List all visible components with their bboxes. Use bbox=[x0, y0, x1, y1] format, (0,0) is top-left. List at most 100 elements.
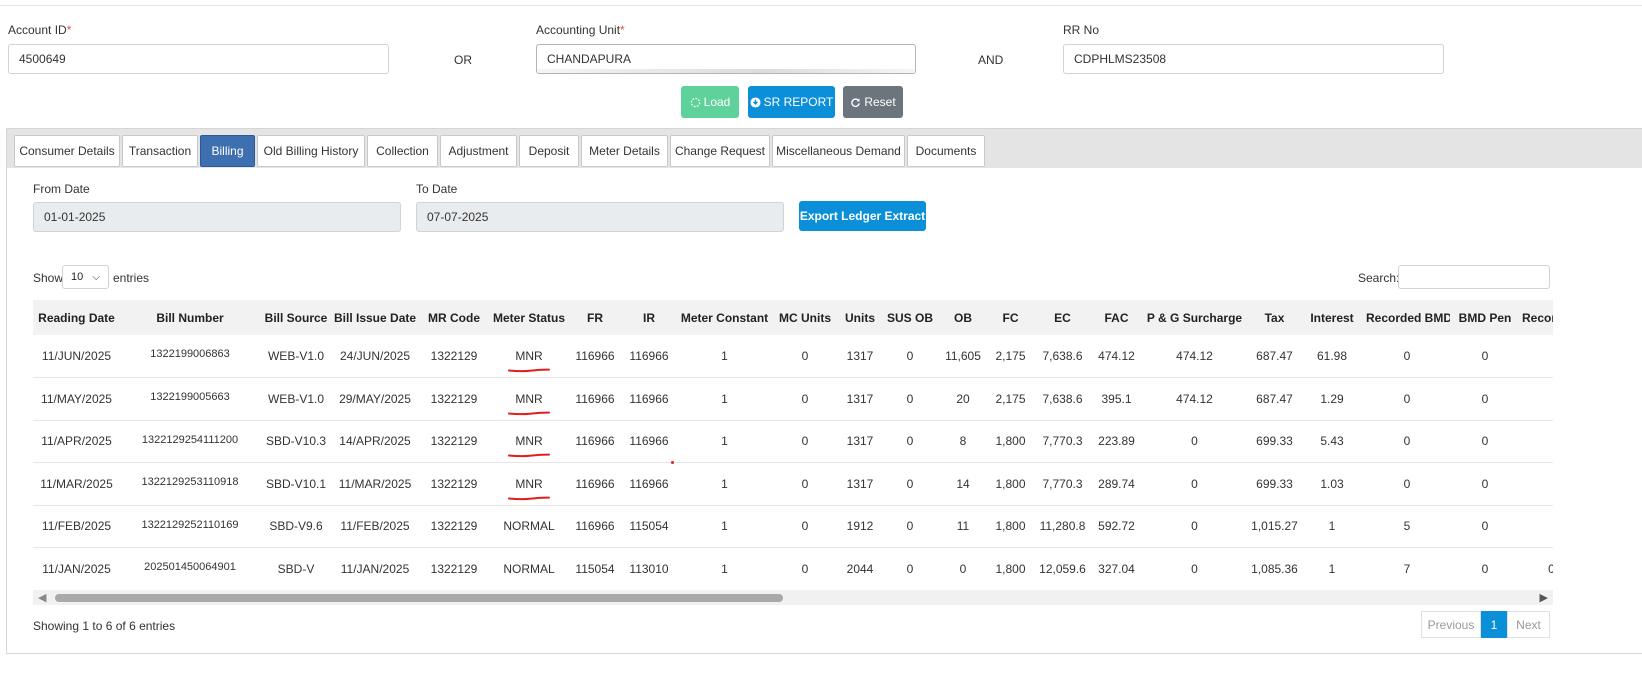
table-cell: 1317 bbox=[846, 349, 874, 363]
tab-collection[interactable]: Collection bbox=[367, 135, 438, 167]
tab-old-billing-history[interactable]: Old Billing History bbox=[257, 135, 365, 167]
table-cell: MNR bbox=[490, 463, 568, 506]
tab-documents[interactable]: Documents bbox=[907, 135, 985, 167]
tab-miscellaneous-demand[interactable]: Miscellaneous Demand bbox=[772, 135, 905, 167]
scroll-left-arrow-icon[interactable]: ◀ bbox=[38, 591, 46, 604]
table-cell: 1,015.27 bbox=[1251, 519, 1298, 534]
table-cell: 1322129254111200 bbox=[141, 433, 239, 446]
column-header[interactable]: Recorded BMD bbox=[1364, 300, 1450, 335]
reset-button[interactable]: Reset bbox=[843, 86, 903, 118]
table-cell: 20 bbox=[956, 391, 970, 406]
table-cell: 0 bbox=[1191, 476, 1198, 491]
red-underline-annotation bbox=[508, 411, 550, 415]
column-header[interactable]: FC bbox=[989, 300, 1032, 335]
column-header[interactable]: Units bbox=[837, 300, 883, 335]
table-cell: 2,175 bbox=[995, 349, 1026, 363]
spinner-icon bbox=[690, 97, 700, 107]
tab-deposit[interactable]: Deposit bbox=[519, 135, 579, 167]
scroll-right-arrow-icon[interactable]: ▶ bbox=[1540, 591, 1548, 604]
column-header[interactable]: Recorded PF bbox=[1520, 300, 1553, 335]
table-row[interactable]: 11/FEB/2025 1322129252110169 SBD-V9.6 11/FE… bbox=[33, 505, 1553, 548]
column-header[interactable]: SUS OB bbox=[883, 300, 937, 335]
table-cell: 11 bbox=[956, 519, 970, 534]
table-cell: 1 bbox=[721, 391, 728, 406]
rr-no-input[interactable]: CDPHLMS23508 bbox=[1063, 44, 1444, 74]
column-header[interactable]: MC Units bbox=[773, 300, 837, 335]
tab-billing[interactable]: Billing bbox=[200, 135, 255, 167]
page-1-button[interactable]: 1 bbox=[1481, 611, 1507, 638]
from-date-input[interactable]: 01-01-2025 bbox=[33, 202, 401, 232]
tab-transaction[interactable]: Transaction bbox=[122, 135, 198, 167]
column-header[interactable]: Interest bbox=[1300, 300, 1364, 335]
column-header[interactable]: Meter Constant bbox=[676, 300, 773, 335]
next-page-button[interactable]: Next bbox=[1507, 611, 1550, 638]
to-date-label: To Date bbox=[416, 182, 458, 196]
table-cell: 29/MAY/2025 bbox=[339, 391, 411, 406]
column-header[interactable]: Bill Number bbox=[120, 300, 260, 335]
table-cell: 202501450064901 bbox=[144, 561, 236, 573]
previous-page-button[interactable]: Previous bbox=[1421, 611, 1481, 638]
tab-consumer-details[interactable]: Consumer Details bbox=[14, 135, 120, 167]
account-id-input[interactable]: 4500649 bbox=[8, 44, 389, 74]
pagination: Previous 1 Next bbox=[1421, 611, 1550, 638]
table-cell: 116966 bbox=[575, 349, 615, 363]
scroll-thumb[interactable] bbox=[55, 594, 783, 602]
column-header[interactable]: Bill Issue Date bbox=[332, 300, 418, 335]
table-cell: 1.03 bbox=[1320, 476, 1344, 491]
page-size-value: 10 bbox=[71, 271, 84, 283]
or-separator: OR bbox=[454, 53, 472, 67]
table-cell: 1,800 bbox=[995, 476, 1026, 491]
sr-report-button[interactable]: SR REPORT bbox=[748, 86, 835, 118]
table-row[interactable]: 11/APR/2025 1322129254111200 SBD-V10.3 14/A… bbox=[33, 420, 1553, 463]
tab-meter-details[interactable]: Meter Details bbox=[581, 135, 668, 167]
column-header[interactable]: FR bbox=[568, 300, 622, 335]
table-cell: 687.47 bbox=[1256, 349, 1293, 363]
column-header[interactable]: Reading Date bbox=[33, 300, 120, 335]
meter-status-value: NORMAL bbox=[503, 519, 555, 534]
table-cell: 327.04 bbox=[1098, 561, 1135, 576]
column-header[interactable]: Bill Source bbox=[260, 300, 332, 335]
table-cell: 7,638.6 bbox=[1042, 391, 1083, 406]
table-cell: 0 bbox=[1520, 463, 1553, 506]
column-header[interactable]: IR bbox=[622, 300, 676, 335]
to-date-input[interactable]: 07-07-2025 bbox=[416, 202, 784, 232]
column-header[interactable]: EC bbox=[1032, 300, 1093, 335]
column-header[interactable]: MR Code bbox=[418, 300, 490, 335]
accounting-unit-value: CHANDAPURA bbox=[547, 52, 632, 66]
search-input[interactable] bbox=[1398, 265, 1550, 289]
table-row[interactable]: 11/MAY/2025 1322199005663 WEB-V1.0 29/MAY/2… bbox=[33, 378, 1553, 420]
from-date-label: From Date bbox=[33, 182, 90, 196]
table-cell: 116966 bbox=[629, 476, 669, 491]
table-row[interactable]: 11/MAR/2025 1322129253110918 SBD-V10.1 11/M… bbox=[33, 463, 1553, 506]
table-cell: 7,770.3 bbox=[1042, 434, 1083, 449]
table-cell: 8 bbox=[959, 434, 967, 449]
tab-adjustment[interactable]: Adjustment bbox=[440, 135, 517, 167]
rr-no-label: RR No bbox=[1063, 23, 1100, 37]
table-row[interactable]: 11/JAN/2025 202501450064901 SBD-V 11/JAN/20… bbox=[33, 548, 1553, 591]
accounting-unit-select[interactable]: CHANDAPURA bbox=[536, 44, 916, 74]
column-header[interactable]: Meter Status bbox=[490, 300, 568, 335]
red-underline-annotation bbox=[508, 453, 550, 458]
table-cell: 116966 bbox=[575, 476, 615, 491]
horizontal-scrollbar[interactable]: ◀ ▶ bbox=[33, 590, 1553, 605]
table-cell: WEB-V1.0 bbox=[267, 391, 324, 406]
billing-table-viewport[interactable]: Reading Date Bill Number Bill Source Bill I… bbox=[33, 300, 1553, 590]
table-cell: 1322129253110918 bbox=[141, 476, 239, 488]
table-cell: 2,175 bbox=[995, 391, 1026, 406]
load-button[interactable]: Load bbox=[681, 86, 739, 118]
column-header[interactable]: FAC bbox=[1093, 300, 1140, 335]
table-cell: 1317 bbox=[846, 476, 874, 491]
column-header[interactable]: OB bbox=[937, 300, 989, 335]
tab-change-request[interactable]: Change Request bbox=[670, 135, 770, 167]
export-ledger-extract-button[interactable]: Export Ledger Extract bbox=[799, 201, 926, 231]
column-header[interactable]: P & G Surcharge bbox=[1140, 300, 1249, 335]
table-cell: 11,280.8 bbox=[1039, 519, 1086, 534]
table-cell: 0 bbox=[1403, 349, 1411, 363]
table-cell: SBD-V10.3 bbox=[265, 434, 327, 449]
page-size-select[interactable]: 10 ⌵ bbox=[62, 265, 109, 289]
table-cell: 0.9 bbox=[1520, 548, 1553, 591]
column-header[interactable]: BMD Pen bbox=[1450, 300, 1520, 335]
column-header[interactable]: Tax bbox=[1249, 300, 1300, 335]
table-row[interactable]: 11/JUN/2025 1322199006863 WEB-V1.0 24/JUN/2… bbox=[33, 335, 1553, 378]
table-cell: 0 bbox=[1191, 561, 1198, 576]
